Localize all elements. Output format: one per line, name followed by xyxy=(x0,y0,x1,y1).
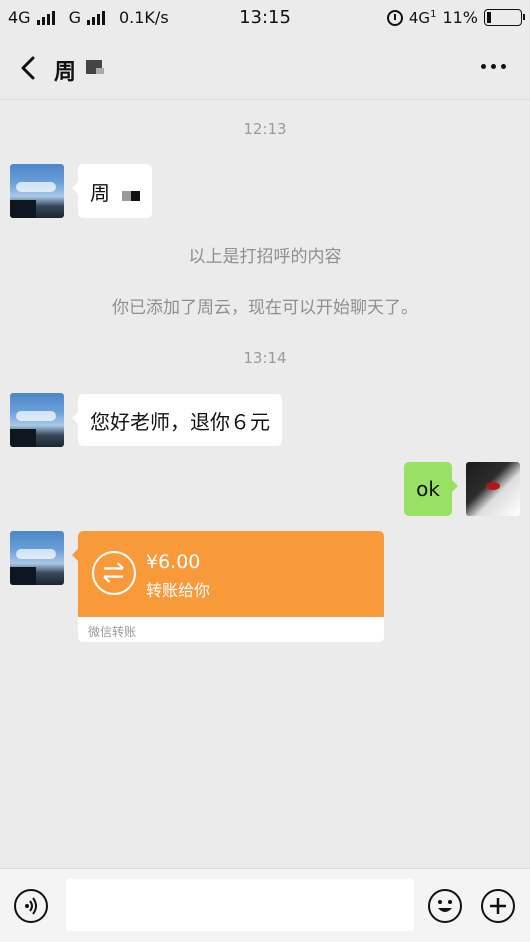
message-input[interactable] xyxy=(66,879,414,931)
more-icon[interactable] xyxy=(481,64,506,69)
transfer-amount: ¥6.00 xyxy=(146,551,201,573)
back-arrow-icon[interactable] xyxy=(16,54,44,82)
battery-percent: 11% xyxy=(442,8,478,27)
timestamp: 13:14 xyxy=(243,349,287,367)
transfer-footer: 微信转账 xyxy=(78,617,384,642)
transfer-description: 转账给你 xyxy=(146,581,211,600)
contact-avatar[interactable] xyxy=(10,393,64,447)
system-message: 你已添加了周云，现在可以开始聊天了。 xyxy=(112,298,418,318)
message-bubble: 周 xyxy=(72,164,152,218)
message-text: 您好老师，退你６元 xyxy=(90,409,270,434)
message-bubble: 您好老师，退你６元 xyxy=(72,394,282,446)
status-right: 4G1 11% xyxy=(386,8,525,27)
user-avatar[interactable] xyxy=(466,462,520,516)
transfer-card[interactable]: ¥6.00 转账给你 微信转账 xyxy=(78,531,384,642)
message-text: 周 xyxy=(90,180,110,205)
system-message: 以上是打招呼的内容 xyxy=(188,247,342,267)
plus-icon[interactable] xyxy=(481,889,515,923)
voice-icon[interactable] xyxy=(14,889,48,923)
transfer-card-body: ¥6.00 转账给你 xyxy=(78,531,384,617)
timestamp: 12:13 xyxy=(243,120,287,138)
name-redaction xyxy=(122,191,140,201)
input-bar xyxy=(0,868,530,942)
sent-message-bubble: ok xyxy=(404,462,458,516)
message-text: ok xyxy=(416,477,440,501)
emoji-icon[interactable] xyxy=(428,889,462,923)
transfer-icon xyxy=(92,551,136,595)
name-redaction xyxy=(86,60,104,74)
contact-name: 周 xyxy=(54,60,77,85)
network-type-3: 4G1 xyxy=(408,8,437,27)
alarm-icon xyxy=(386,9,403,26)
contact-avatar[interactable] xyxy=(10,164,64,218)
chat-header: 周 xyxy=(0,36,530,100)
contact-avatar[interactable] xyxy=(10,531,64,585)
status-bar: 4G G 0.1K/s 13:15 4G1 11% xyxy=(0,0,530,36)
battery-icon xyxy=(484,9,525,26)
